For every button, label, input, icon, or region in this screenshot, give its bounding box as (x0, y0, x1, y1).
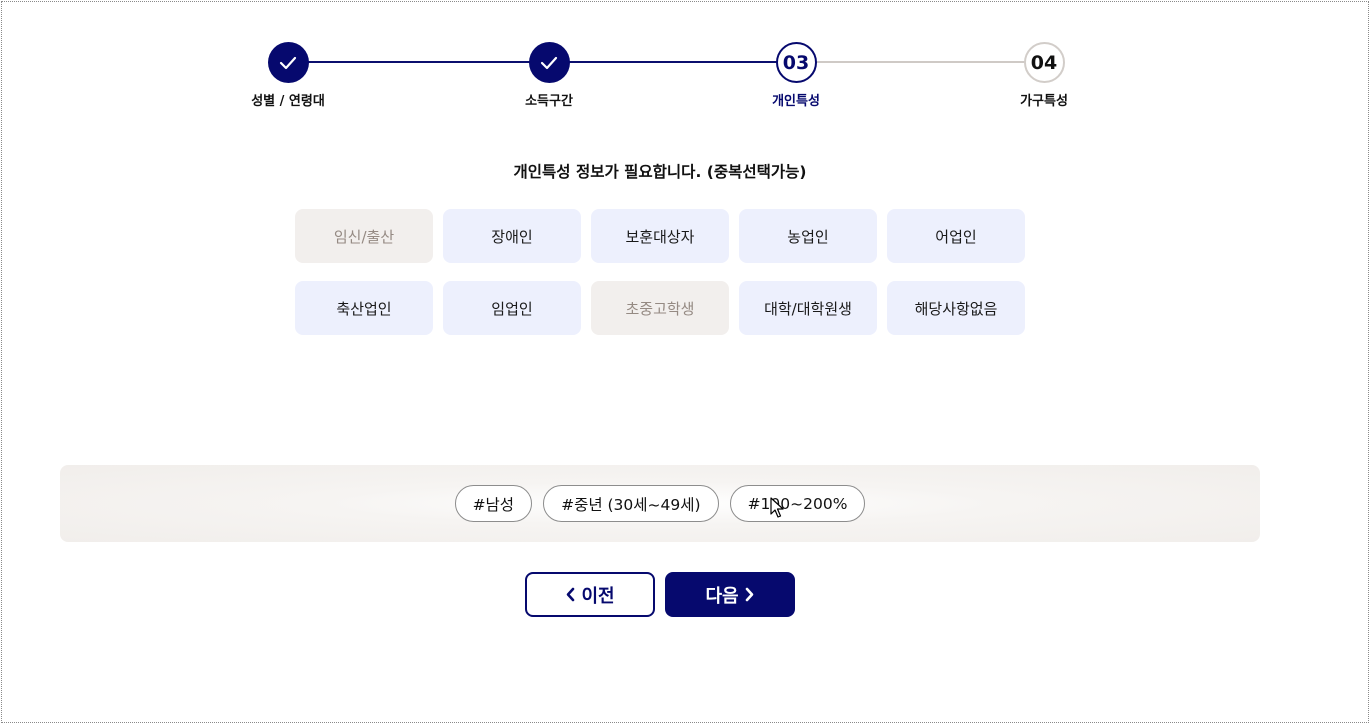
selected-tags-panel: #남성 #중년 (30세~49세) #100~200% (60, 465, 1260, 542)
step-label: 개인특성 (772, 94, 820, 109)
step-household-traits: 04 가구특성 (984, 42, 1104, 109)
option-pregnancy[interactable]: 임신/출산 (295, 209, 433, 263)
step-circle-done (267, 42, 309, 83)
step-label: 가구특성 (1020, 94, 1068, 109)
option-school-student[interactable]: 초중고학생 (591, 281, 729, 335)
step-personal-traits: 03 개인특성 (736, 42, 856, 109)
step-income: 소득구간 (489, 42, 609, 109)
option-forestry[interactable]: 임업인 (443, 281, 581, 335)
option-none[interactable]: 해당사항없음 (887, 281, 1025, 335)
step-label: 성별 / 연령대 (251, 94, 325, 109)
step-number: 04 (1023, 42, 1065, 83)
question-title: 개인특성 정보가 필요합니다. (중복선택가능) (513, 163, 807, 181)
next-button-label: 다음 (705, 585, 739, 607)
option-veteran[interactable]: 보훈대상자 (591, 209, 729, 263)
step-gender-age: 성별 / 연령대 (228, 42, 348, 109)
prev-button[interactable]: 이전 (525, 572, 655, 617)
tag-income[interactable]: #100~200% (729, 485, 866, 522)
check-icon (279, 56, 297, 69)
chevron-left-icon (567, 587, 575, 602)
step-label: 소득구간 (525, 94, 573, 109)
trait-options-grid: 임신/출산 장애인 보훈대상자 농업인 어업인 축산업인 임업인 초중고학생 대… (295, 209, 1035, 335)
prev-button-label: 이전 (581, 585, 615, 607)
option-fisher[interactable]: 어업인 (887, 209, 1025, 263)
option-livestock[interactable]: 축산업인 (295, 281, 433, 335)
option-university-student[interactable]: 대학/대학원생 (739, 281, 877, 335)
option-farmer[interactable]: 농업인 (739, 209, 877, 263)
option-disabled-person[interactable]: 장애인 (443, 209, 581, 263)
tag-age[interactable]: #중년 (30세~49세) (543, 485, 719, 522)
check-icon (540, 56, 558, 69)
step-number-current: 03 (775, 42, 817, 83)
step-circle-done (528, 42, 570, 83)
progress-stepper: 성별 / 연령대 소득구간 03 개인특성 04 가구특성 (0, 0, 1371, 120)
tag-gender[interactable]: #남성 (454, 485, 533, 522)
chevron-right-icon (745, 587, 753, 602)
next-button[interactable]: 다음 (665, 572, 795, 617)
mouse-pointer-icon (770, 497, 784, 518)
